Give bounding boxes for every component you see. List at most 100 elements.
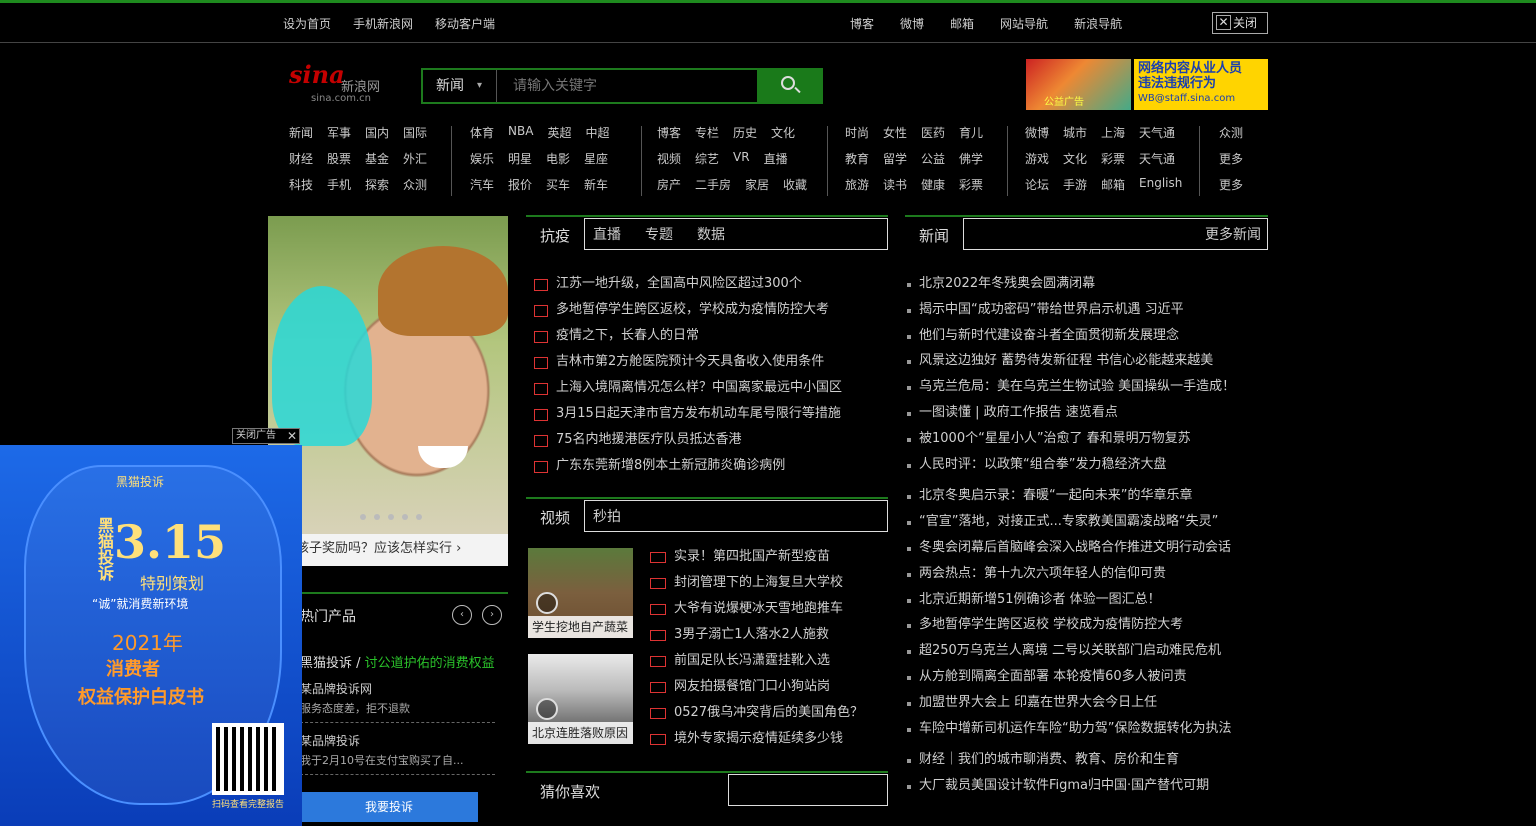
section-kangyi-label[interactable]: 抗疫: [540, 225, 570, 246]
news-item[interactable]: 北京冬奥启示录：春暖“一起向未来”的华章乐章: [905, 483, 1268, 509]
nav-link[interactable]: 旅游: [845, 176, 869, 202]
floating-ad[interactable]: 黑猫投诉 黑猫投诉 3.15 特别策划 “诚”就消费新环境 2021年 消费者 …: [0, 445, 302, 826]
nav-link[interactable]: 更多: [1219, 150, 1243, 176]
news-item[interactable]: 揭示中国“成功密码”带给世界启示机遇 习近平: [905, 297, 1268, 323]
nav-link[interactable]: 国际: [403, 124, 427, 150]
news-item[interactable]: 乌克兰危局：美在乌克兰生物试验 美国操纵一手造成！: [905, 374, 1268, 400]
nav-link[interactable]: 文化: [1063, 150, 1087, 176]
tab-miaopai[interactable]: 秒拍: [593, 506, 621, 526]
nav-link[interactable]: 教育: [845, 150, 869, 176]
tab-live[interactable]: 直播: [593, 224, 621, 244]
video-item[interactable]: 0527俄乌冲突背后的美国角色？: [640, 700, 888, 726]
news-item[interactable]: 财经｜我们的城市聊消费、教育、房价和生育: [905, 747, 1268, 773]
product-title[interactable]: 某品牌投诉: [300, 732, 500, 749]
section-hot-label[interactable]: 猜你喜欢: [540, 781, 600, 802]
nav-link[interactable]: 上海: [1101, 124, 1125, 150]
nav-link[interactable]: 天气通: [1139, 124, 1175, 150]
video-item[interactable]: 境外专家揭示疫情延续多少钱: [640, 726, 888, 752]
nav-link[interactable]: 新车: [584, 176, 608, 202]
nav-link[interactable]: 视频: [657, 150, 681, 176]
nav-link[interactable]: 天气通: [1139, 150, 1175, 176]
video-item[interactable]: 网友拍摄餐馆门口小狗站岗: [640, 674, 888, 700]
nav-link[interactable]: 探索: [365, 176, 389, 202]
nav-link[interactable]: NBA: [508, 124, 533, 150]
news-item[interactable]: 吉林市第2方舱医院预计今天具备收入使用条件: [526, 349, 886, 375]
nav-link[interactable]: 电影: [546, 150, 570, 176]
nav-link[interactable]: 军事: [327, 124, 351, 150]
nav-link[interactable]: 手游: [1063, 176, 1087, 202]
news-item[interactable]: 超250万乌克兰人离境 二号以关联部门启动难民危机: [905, 638, 1268, 664]
news-item[interactable]: 一图读懂 | 政府工作报告 速览看点: [905, 400, 1268, 426]
nav-link[interactable]: 娱乐: [470, 150, 494, 176]
report-ad-banner[interactable]: 网络内容从业人员 违法违规行为 WB@staff.sina.com: [1134, 59, 1268, 110]
nav-link[interactable]: 佛学: [959, 150, 983, 176]
nav-link[interactable]: 中超: [585, 124, 609, 150]
nav-link[interactable]: 留学: [883, 150, 907, 176]
product-title[interactable]: 某品牌投诉网: [300, 680, 500, 697]
video-thumb[interactable]: 北京连胜落败原因: [528, 654, 633, 744]
weibo-link[interactable]: 微博: [900, 15, 924, 32]
nav-link[interactable]: 博客: [657, 124, 681, 150]
mail-link[interactable]: 邮箱: [950, 15, 974, 32]
blog-link[interactable]: 博客: [850, 15, 874, 32]
news-item[interactable]: 人民时评：以政策“组合拳”发力稳经济大盘: [905, 452, 1268, 478]
video-item[interactable]: 大爷有说爆梗冰天雪地跑推车: [640, 596, 888, 622]
news-item[interactable]: 被1000个“星星小人”治愈了 春和景明万物复苏: [905, 426, 1268, 452]
nav-link[interactable]: 游戏: [1025, 150, 1049, 176]
nav-link[interactable]: 众测: [403, 176, 427, 202]
nav-link[interactable]: 二手房: [695, 176, 731, 202]
nav-link[interactable]: 女性: [883, 124, 907, 150]
nav-link[interactable]: 手机: [327, 176, 351, 202]
news-item[interactable]: 车险中增新司机运作车险“助力驾”保险数据转化为执法: [905, 716, 1268, 742]
nav-link[interactable]: 股票: [327, 150, 351, 176]
news-item[interactable]: 加盟世界大会上 印嘉在世界大会今日上任: [905, 690, 1268, 716]
news-item[interactable]: 北京近期新增51例确诊者 体验一图汇总！: [905, 587, 1268, 613]
next-icon[interactable]: ›: [482, 605, 502, 625]
news-item[interactable]: 广东东莞新增8例本土新冠肺炎确诊病例: [526, 453, 886, 479]
complain-button[interactable]: 我要投诉: [300, 792, 478, 822]
tab-data[interactable]: 数据: [697, 224, 725, 244]
nav-link[interactable]: 家居: [745, 176, 769, 202]
site-nav-link[interactable]: 网站导航: [1000, 15, 1048, 32]
video-item[interactable]: 实录！第四批国产新型疫苗: [640, 544, 888, 570]
nav-link[interactable]: 科技: [289, 176, 313, 202]
nav-link[interactable]: 育儿: [959, 124, 983, 150]
nav-link[interactable]: 外汇: [403, 150, 427, 176]
focus-caption[interactable]: 孩子奖励吗？应该怎样实行 ›: [268, 534, 508, 566]
search-category-select[interactable]: 新闻 ▾: [423, 70, 497, 102]
nav-link[interactable]: 明星: [508, 150, 532, 176]
news-item[interactable]: 两会热点：第十九次六项年轻人的信仰可贵: [905, 561, 1268, 587]
nav-link[interactable]: 城市: [1063, 124, 1087, 150]
nav-link[interactable]: 新闻: [289, 124, 313, 150]
news-item[interactable]: 多地暂停学生跨区返校 学校成为疫情防控大考: [905, 612, 1268, 638]
nav-link[interactable]: 时尚: [845, 124, 869, 150]
video-item[interactable]: 封闭管理下的上海复旦大学校: [640, 570, 888, 596]
prev-icon[interactable]: ‹: [452, 605, 472, 625]
video-item[interactable]: 前国足队长冯潇霆挂靴入选: [640, 648, 888, 674]
nav-link[interactable]: 历史: [733, 124, 757, 150]
video-thumb[interactable]: 学生挖地自产蔬菜: [528, 548, 633, 638]
focus-photo[interactable]: [268, 216, 508, 534]
nav-link[interactable]: 体育: [470, 124, 494, 150]
nav-link[interactable]: 邮箱: [1101, 176, 1125, 202]
search-input[interactable]: [501, 70, 756, 102]
nav-more-link[interactable]: 更多: [1219, 176, 1243, 202]
news-item[interactable]: 从方舱到隔离全面部署 本轮疫情60多人被问责: [905, 664, 1268, 690]
focus-carousel[interactable]: 孩子奖励吗？应该怎样实行 ›: [268, 216, 508, 566]
news-item[interactable]: “官宣”落地，对接正式...专家教美国霸凌战略“失灵”: [905, 509, 1268, 535]
news-item[interactable]: 上海入境隔离情况怎么样？中国离家最远中小国区: [526, 375, 886, 401]
news-item[interactable]: 3月15日起天津市官方发布机动车尾号限行等措施: [526, 401, 886, 427]
news-item[interactable]: 江苏一地升级，全国高中风险区超过300个: [526, 271, 886, 297]
nav-link[interactable]: 收藏: [783, 176, 807, 202]
video-item[interactable]: 3男子溺亡1人落水2人施救: [640, 622, 888, 648]
mobile-sina-link[interactable]: 手机新浪网: [353, 15, 413, 32]
sina-logo[interactable]: sina 新浪网 sina.com.cn: [289, 60, 399, 108]
more-news-link[interactable]: 更多新闻: [1205, 224, 1261, 244]
nav-link[interactable]: 公益: [921, 150, 945, 176]
nav-link[interactable]: 众测: [1219, 124, 1243, 150]
public-ad-banner[interactable]: 公益广告: [1026, 59, 1131, 110]
section-video-label[interactable]: 视频: [540, 507, 570, 528]
news-item[interactable]: 风景这边独好 蓄势待发新征程 书信心必能越来越美: [905, 348, 1268, 374]
nav-link[interactable]: 汽车: [470, 176, 494, 202]
hot-products-sub[interactable]: 黑猫投诉 / 讨公道护佑的消费权益: [300, 652, 495, 671]
